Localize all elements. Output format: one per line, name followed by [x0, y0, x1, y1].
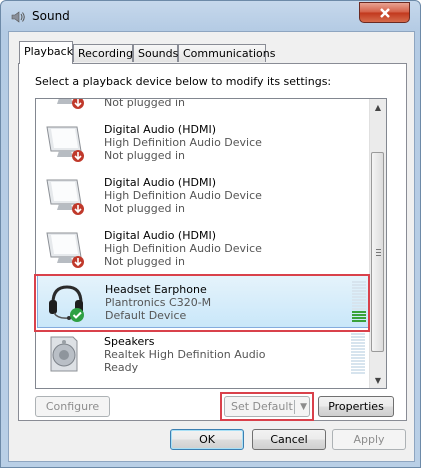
dialog-client: Playback Recording Sounds Communications…: [8, 31, 415, 462]
monitor-icon: [46, 232, 84, 268]
scroll-down-icon[interactable]: ▼: [370, 372, 386, 388]
speaker-icon: [50, 336, 78, 372]
title-bar[interactable]: Sound: [1, 1, 420, 31]
device-name: Digital Audio (HDMI): [104, 123, 216, 136]
device-driver: Realtek High Definition Audio: [104, 348, 266, 361]
apply-button[interactable]: Apply: [332, 429, 406, 450]
properties-button[interactable]: Properties: [318, 396, 394, 417]
configure-button[interactable]: Configure: [35, 396, 110, 417]
device-item-speakers[interactable]: Speakers Realtek High Definition Audio R…: [37, 328, 369, 381]
window-title: Sound: [32, 9, 70, 23]
device-item[interactable]: Digital Audio (HDMI) High Definition Aud…: [37, 98, 369, 116]
monitor-icon: [57, 99, 84, 109]
sound-dialog: Sound Playback Recording Sounds Communic…: [0, 0, 421, 468]
device-status: Not plugged in: [104, 202, 186, 215]
device-driver: High Definition Audio Device: [104, 189, 262, 202]
volume-meter: [351, 333, 365, 377]
device-name: Digital Audio (HDMI): [104, 229, 216, 242]
device-list[interactable]: Digital Audio (HDMI) High Definition Aud…: [35, 98, 387, 389]
scrollbar-thumb[interactable]: [371, 152, 384, 352]
highlight-selected-device: [34, 274, 370, 332]
device-status: Not plugged in: [104, 255, 186, 268]
device-driver: High Definition Audio Device: [104, 242, 262, 255]
monitor-icon: [46, 179, 84, 215]
device-driver: High Definition Audio Device: [104, 136, 262, 149]
playback-panel: Select a playback device below to modify…: [18, 63, 407, 421]
highlight-set-default: [220, 392, 314, 421]
scroll-up-icon[interactable]: ▲: [370, 99, 386, 115]
tab-sounds[interactable]: Sounds: [133, 44, 178, 62]
tab-recording[interactable]: Recording: [73, 44, 133, 62]
instruction-text: Select a playback device below to modify…: [35, 75, 332, 88]
device-item[interactable]: Digital Audio (HDMI) High Definition Aud…: [37, 116, 369, 169]
device-status: Ready: [104, 361, 139, 374]
tab-communications[interactable]: Communications: [178, 44, 275, 62]
device-name: Digital Audio (HDMI): [104, 176, 216, 189]
device-item[interactable]: Digital Audio (HDMI) High Definition Aud…: [37, 222, 369, 275]
cancel-button[interactable]: Cancel: [252, 429, 326, 450]
speaker-title-icon: [11, 11, 25, 23]
device-list-scrollbar[interactable]: ▲ ▼: [369, 99, 386, 388]
grip-icon: [376, 249, 381, 258]
device-status: Not plugged in: [104, 149, 186, 162]
device-name: Speakers: [104, 335, 155, 348]
close-icon: [379, 7, 390, 18]
device-item[interactable]: Digital Audio (HDMI) High Definition Aud…: [37, 169, 369, 222]
tab-playback[interactable]: Playback: [19, 41, 73, 64]
monitor-icon: [46, 126, 84, 162]
device-status: Not plugged in: [104, 98, 186, 109]
close-button[interactable]: [359, 2, 410, 23]
ok-button[interactable]: OK: [170, 429, 244, 450]
